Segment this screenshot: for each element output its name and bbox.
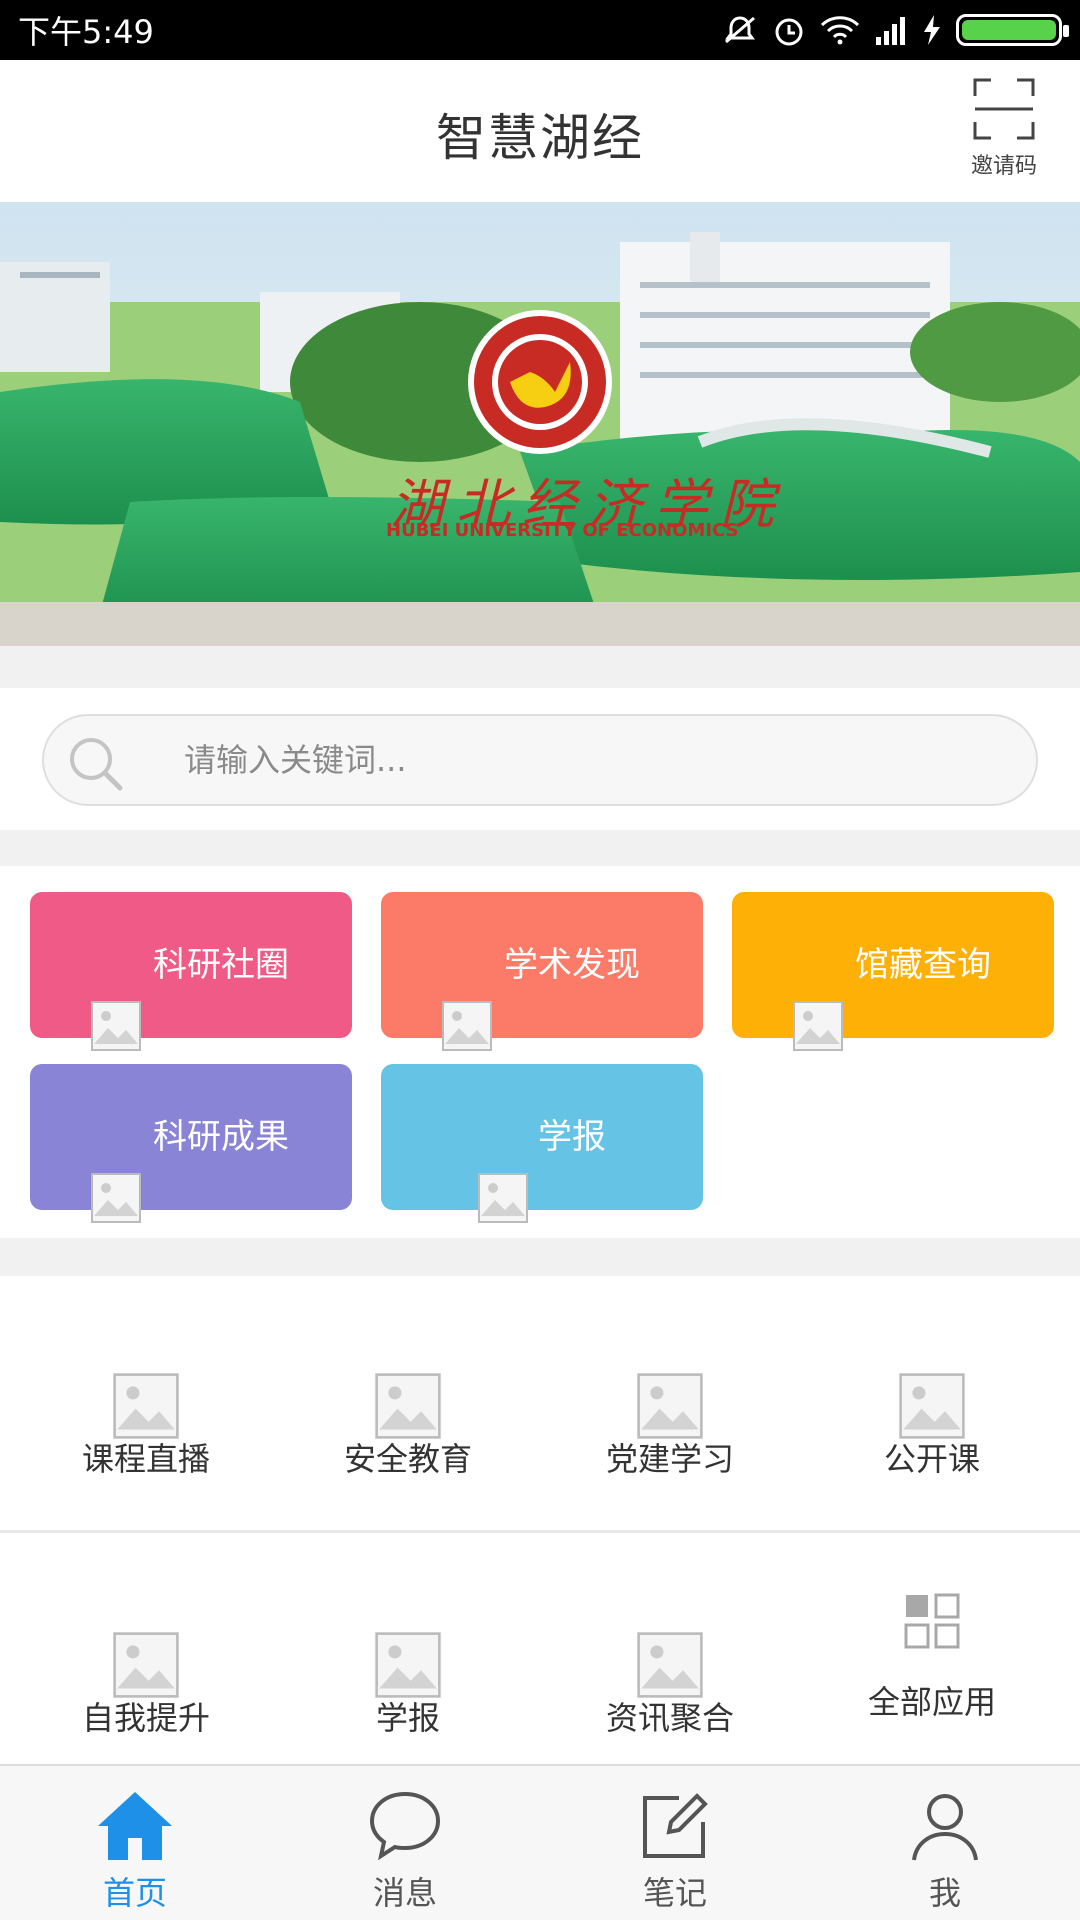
app-news-aggregation[interactable]: 资讯聚合	[539, 1631, 801, 1739]
nav-label: 笔记	[642, 1874, 707, 1912]
message-bubble-icon	[369, 1791, 441, 1861]
card-academic-discovery[interactable]: 学术发现	[381, 892, 703, 1051]
app-label: 安全教育	[343, 1440, 472, 1478]
image-placeholder-icon	[793, 1001, 843, 1051]
nav-label: 首页	[102, 1874, 167, 1912]
app-grid-row-1: 课程直播 安全教育 党建学习 公开课	[0, 1276, 1080, 1530]
nav-label: 我	[928, 1874, 961, 1912]
charging-icon	[924, 15, 940, 45]
section-divider	[0, 1238, 1080, 1276]
app-label: 全部应用	[867, 1683, 996, 1721]
card-collection-search[interactable]: 馆藏查询	[732, 892, 1054, 1051]
status-bar: 下午5:49	[0, 0, 1080, 60]
search-icon	[70, 738, 123, 791]
alarm-icon	[775, 18, 803, 46]
image-placeholder-icon	[113, 1632, 179, 1698]
image-placeholder-icon	[637, 1632, 703, 1698]
card-label: 学报	[538, 1117, 606, 1157]
status-time: 下午5:49	[18, 13, 154, 51]
image-placeholder-icon	[113, 1373, 179, 1439]
app-label: 课程直播	[81, 1440, 210, 1478]
home-icon	[98, 1792, 172, 1860]
bottom-navigation: 首页 消息 笔记 我	[0, 1764, 1080, 1920]
image-placeholder-icon	[478, 1173, 528, 1223]
card-label: 科研成果	[153, 1117, 289, 1157]
app-course-live[interactable]: 课程直播	[15, 1372, 277, 1480]
nav-me[interactable]: 我	[810, 1766, 1080, 1920]
search-section	[0, 688, 1080, 830]
campus-banner[interactable]: 湖北经济学院 HUBEI UNIVERSITY OF ECONOMICS	[0, 202, 1080, 646]
image-placeholder-icon	[899, 1373, 965, 1439]
section-divider	[0, 646, 1080, 688]
app-all-apps[interactable]: 全部应用	[801, 1593, 1063, 1723]
invite-code-label: 邀请码	[970, 154, 1037, 179]
app-label: 党建学习	[605, 1440, 734, 1478]
card-label: 馆藏查询	[855, 945, 991, 985]
image-placeholder-icon	[637, 1373, 703, 1439]
nav-label: 消息	[372, 1874, 437, 1912]
app-grid-row-2: 自我提升 学报 资讯聚合 全部应用	[0, 1533, 1080, 1764]
wifi-icon	[820, 16, 860, 45]
image-placeholder-icon	[91, 1173, 141, 1223]
app-self-improvement[interactable]: 自我提升	[15, 1631, 277, 1739]
app-open-course[interactable]: 公开课	[801, 1372, 1063, 1480]
card-label: 学术发现	[504, 945, 640, 985]
card-research-results[interactable]: 科研成果	[30, 1064, 352, 1223]
nav-messages[interactable]: 消息	[270, 1766, 540, 1920]
user-icon	[912, 1794, 978, 1861]
school-name-english: HUBEI UNIVERSITY OF ECONOMICS	[386, 520, 739, 541]
image-placeholder-icon	[375, 1632, 441, 1698]
image-placeholder-icon	[375, 1373, 441, 1439]
app-label: 资讯聚合	[605, 1699, 734, 1737]
card-label: 科研社圈	[153, 945, 289, 985]
campus-photo	[0, 202, 1080, 646]
grid-apps-icon	[904, 1593, 960, 1649]
app-safety-education[interactable]: 安全教育	[277, 1372, 539, 1480]
app-label: 自我提升	[81, 1699, 210, 1737]
image-placeholder-icon	[442, 1001, 492, 1051]
page-title: 智慧湖经	[436, 109, 644, 167]
feature-cards: 科研社圈 学术发现 馆藏查询 科研成果 学报	[0, 866, 1080, 1238]
app-journal[interactable]: 学报	[277, 1631, 539, 1739]
status-icons	[722, 13, 1069, 47]
battery-icon	[956, 14, 1069, 46]
search-input[interactable]	[184, 716, 984, 804]
search-bar[interactable]	[42, 714, 1038, 806]
nav-notes[interactable]: 笔记	[540, 1766, 810, 1920]
app-label: 公开课	[883, 1440, 980, 1478]
scan-icon	[973, 78, 1035, 140]
section-divider	[0, 830, 1080, 866]
app-label: 学报	[375, 1699, 440, 1737]
app-header: 智慧湖经 邀请码	[0, 60, 1080, 202]
card-journal[interactable]: 学报	[381, 1064, 703, 1223]
nav-home[interactable]: 首页	[0, 1766, 270, 1920]
invite-code-button[interactable]: 邀请码	[952, 78, 1056, 180]
mute-icon	[725, 16, 755, 44]
app-party-learning[interactable]: 党建学习	[539, 1372, 801, 1480]
image-placeholder-icon	[91, 1001, 141, 1051]
signal-icon	[876, 17, 905, 45]
card-research-circle[interactable]: 科研社圈	[30, 892, 352, 1051]
note-edit-icon	[643, 1793, 708, 1858]
